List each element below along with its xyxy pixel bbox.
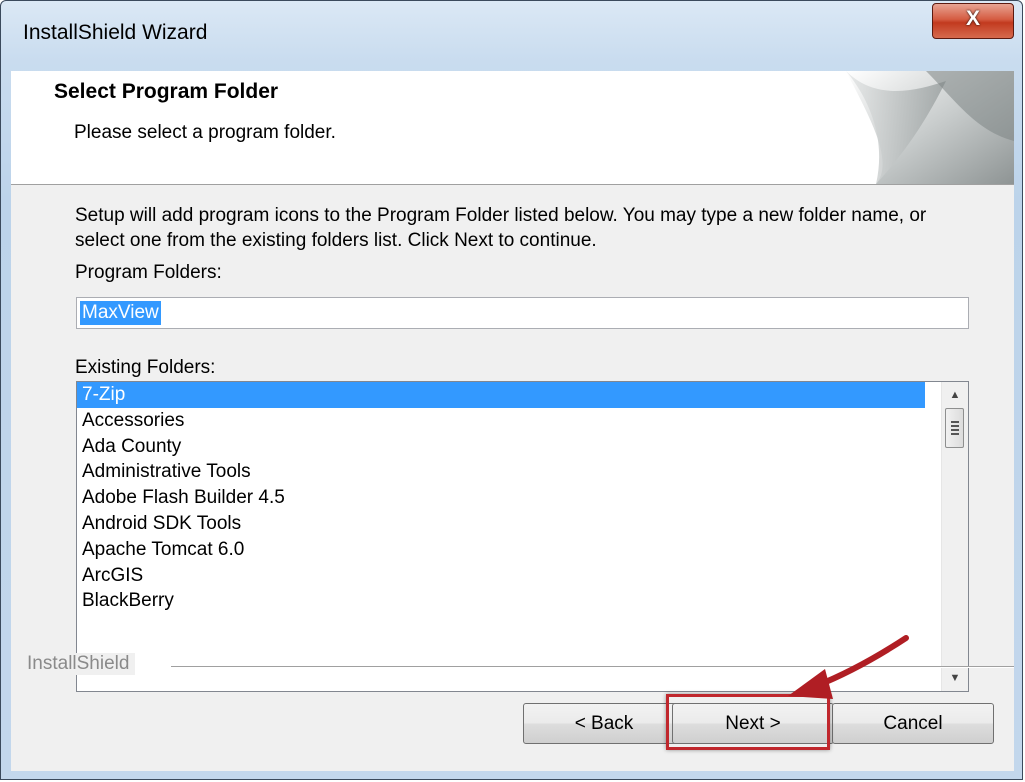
instructions-text: Setup will add program icons to the Prog… [75,205,927,251]
existing-folders-list[interactable]: 7-Zip Accessories Ada County Administrat… [76,381,969,692]
list-item[interactable]: Apache Tomcat 6.0 [77,537,925,563]
page-title: Select Program Folder [54,80,279,103]
list-item[interactable]: Accessories [77,408,925,434]
grip-icon [951,421,959,435]
program-folder-input[interactable]: MaxView [76,297,969,329]
list-item[interactable]: Adobe Flash Builder 4.5 [77,485,925,511]
scroll-up-arrow-icon[interactable]: ▲ [942,382,968,408]
cancel-button[interactable]: Cancel [832,703,994,744]
program-folder-value: MaxView [80,301,161,325]
close-icon: X [965,7,980,30]
list-item[interactable]: 7-Zip [77,382,925,408]
scroll-down-arrow-icon[interactable]: ▼ [942,665,968,691]
program-folders-label: Program Folders: [75,262,222,283]
brand-divider [171,666,1014,668]
list-item[interactable]: Android SDK Tools [77,511,925,537]
brand-label: InstallShield [27,653,136,675]
existing-folders-label: Existing Folders: [75,357,216,378]
window-title: InstallShield Wizard [23,21,208,44]
scrollbar-thumb[interactable] [945,408,964,448]
page-curl-graphic [846,71,1014,184]
page-subtitle: Please select a program folder. [74,122,336,143]
list-item[interactable]: Ada County [77,434,925,460]
wizard-client-area: Select Program Folder Please select a pr… [11,71,1014,771]
close-button[interactable]: X [932,3,1014,39]
list-item[interactable]: ArcGIS [77,563,925,589]
list-item[interactable]: BlackBerry [77,588,925,614]
installer-window: InstallShield Wizard X Select Program Fo… [0,0,1023,780]
list-item[interactable]: Administrative Tools [77,459,925,485]
back-button[interactable]: < Back [523,703,685,744]
wizard-header: Select Program Folder Please select a pr… [11,71,1014,185]
title-bar[interactable]: InstallShield Wizard X [1,1,1024,69]
list-items: 7-Zip Accessories Ada County Administrat… [77,382,925,614]
vertical-scrollbar[interactable]: ▲ ▼ [941,382,968,691]
next-highlight-annotation [666,694,830,750]
